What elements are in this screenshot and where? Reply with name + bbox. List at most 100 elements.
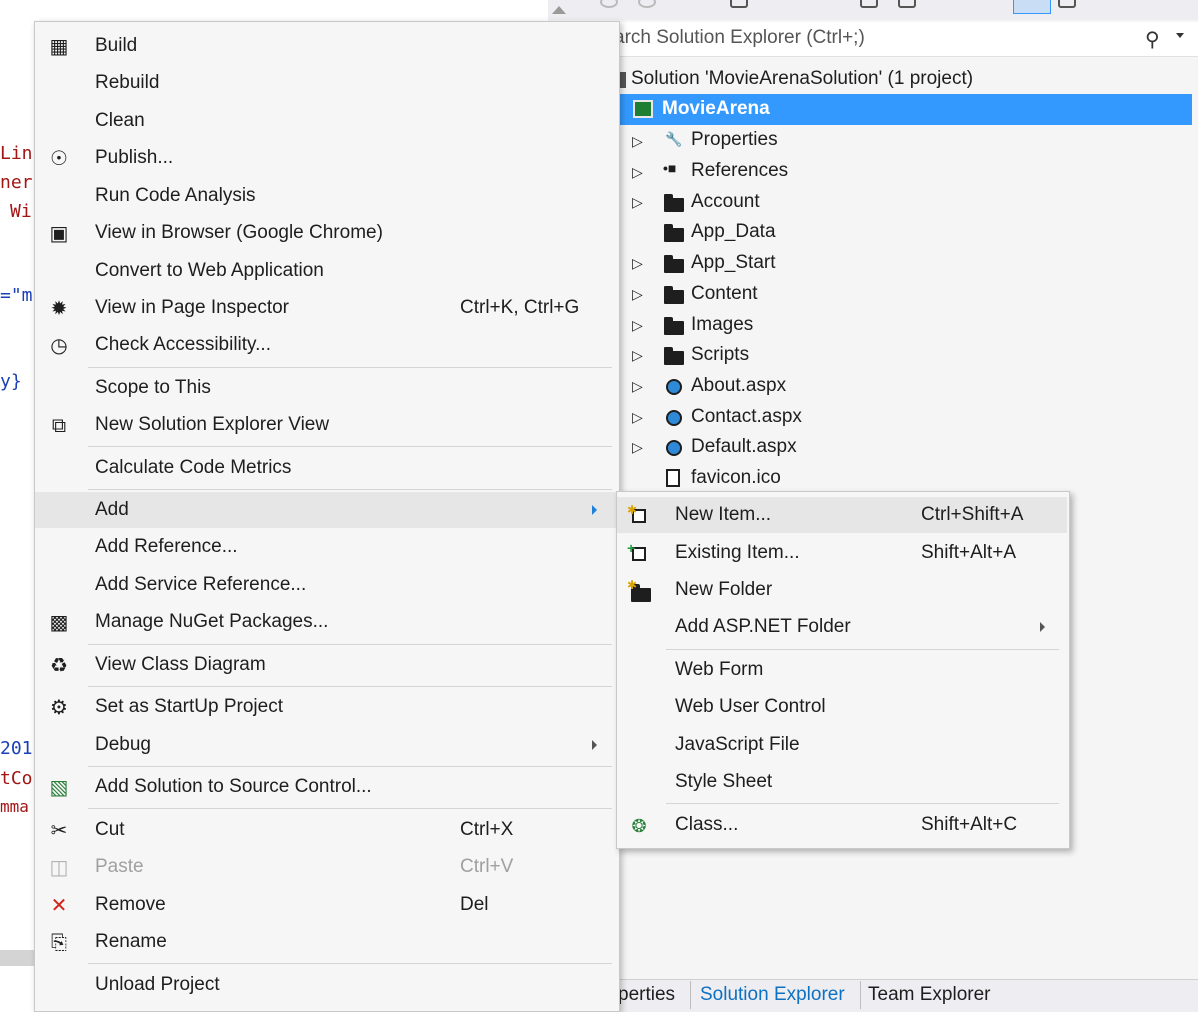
submenu-item-shortcut: Shift+Alt+C [921, 814, 1018, 835]
expand-arrow-icon[interactable]: ▷ [632, 195, 643, 209]
new-item-icon: ✱ [627, 503, 651, 527]
solution-node[interactable]: Solution 'MovieArenaSolution' (1 project… [631, 64, 973, 94]
submenu-item-label: New Item... [675, 504, 772, 525]
menu-item-label: Rebuild [95, 72, 160, 93]
menu-item-add-solution-to-source-control[interactable]: ▧ Add Solution to Source Control... [35, 769, 617, 805]
expand-arrow-icon[interactable]: ▷ [632, 379, 643, 393]
project-node-label[interactable]: MovieArena [662, 94, 770, 124]
folder-icon [664, 255, 684, 273]
aspx-file-icon [666, 379, 682, 395]
new-folder-icon: ✱ [627, 578, 651, 602]
tree-item[interactable]: App_Start [691, 248, 776, 278]
menu-item-convert-to-web-application[interactable]: Convert to Web Application [35, 253, 617, 289]
menu-item-calculate-code-metrics[interactable]: Calculate Code Metrics [35, 450, 617, 486]
submenu-item-class[interactable]: ❂ Class... Shift+Alt+C [617, 807, 1067, 843]
new-view-icon: ⧉ [51, 415, 67, 437]
remove-x-icon: ✕ [50, 895, 68, 917]
tree-item[interactable]: Scripts [691, 340, 749, 370]
menu-item-label: Add Reference... [95, 536, 238, 557]
expand-arrow-icon[interactable]: ▷ [632, 410, 643, 424]
menu-item-check-accessibility[interactable]: ◷ Check Accessibility... [35, 327, 617, 363]
expand-arrow-icon[interactable]: ▷ [632, 134, 643, 148]
search-options-dropdown-icon[interactable] [1176, 33, 1184, 38]
submenu-item-existing-item[interactable]: + Existing Item... Shift+Alt+A [617, 535, 1067, 571]
submenu-item-style-sheet[interactable]: Style Sheet [617, 764, 1067, 800]
menu-item-manage-nuget-packages[interactable]: ▩ Manage NuGet Packages... [35, 604, 617, 640]
menu-item-set-as-startup-project[interactable]: ⚙ Set as StartUp Project [35, 689, 617, 725]
submenu-item-javascript-file[interactable]: JavaScript File [617, 727, 1067, 763]
menu-item-cut[interactable]: ✂ Cut Ctrl+X [35, 812, 617, 848]
menu-item-label: New Solution Explorer View [95, 414, 330, 435]
submenu-item-web-form[interactable]: Web Form [617, 652, 1067, 688]
tree-item[interactable]: App_Data [691, 217, 776, 247]
menu-item-new-solution-explorer-view[interactable]: ⧉ New Solution Explorer View [35, 407, 617, 443]
code-fragment: Lin [0, 143, 33, 164]
tree-item[interactable]: favicon.ico [691, 463, 781, 493]
tree-item[interactable]: Account [691, 187, 760, 217]
collapse-all-icon[interactable] [898, 0, 916, 8]
expand-arrow-icon[interactable]: ▷ [632, 256, 643, 270]
preview-selected-items-icon[interactable] [1013, 0, 1051, 14]
menu-item-add-service-reference[interactable]: Add Service Reference... [35, 567, 617, 603]
gear-icon: ⚙ [50, 697, 68, 719]
submenu-item-label: JavaScript File [675, 734, 800, 755]
paste-icon: ◫ [49, 857, 69, 879]
menu-item-publish[interactable]: ☉ Publish... [35, 140, 617, 176]
submenu-item-web-user-control[interactable]: Web User Control [617, 689, 1067, 725]
sync-icon[interactable] [860, 0, 878, 8]
expand-arrow-icon[interactable]: ▷ [632, 348, 643, 362]
code-fragment: Wi [10, 201, 32, 222]
menu-item-unload-project[interactable]: Unload Project [35, 967, 617, 1003]
code-editor[interactable]: Lin ner Wi ="m y} 201 tCo mma [0, 0, 34, 1011]
menu-item-scope-to-this[interactable]: Scope to This [35, 370, 617, 406]
menu-item-shortcut: Ctrl+K, Ctrl+G [460, 297, 580, 318]
publish-globe-icon: ☉ [50, 148, 68, 170]
menu-item-label: Publish... [95, 147, 174, 168]
menu-item-label: Remove [95, 894, 166, 915]
tree-item[interactable]: About.aspx [691, 371, 786, 401]
menu-item-label: Add Service Reference... [95, 574, 307, 595]
tree-item[interactable]: Properties [691, 125, 778, 155]
submenu-item-add-aspnet-folder[interactable]: Add ASP.NET Folder [617, 609, 1067, 645]
menu-item-view-in-page-inspector[interactable]: ✹ View in Page Inspector Ctrl+K, Ctrl+G [35, 290, 617, 326]
properties-icon[interactable] [1058, 0, 1076, 8]
tab-properties[interactable]: perties [618, 984, 675, 1006]
menu-item-clean[interactable]: Clean [35, 103, 617, 139]
editor-horizontal-scrollbar[interactable] [0, 950, 34, 966]
menu-separator [88, 808, 612, 809]
menu-item-label: Add [95, 499, 129, 520]
menu-item-label: Debug [95, 734, 151, 755]
scissors-icon: ✂ [50, 820, 68, 842]
menu-item-remove[interactable]: ✕ Remove Del [35, 887, 617, 923]
submenu-item-shortcut: Shift+Alt+A [921, 542, 1017, 563]
menu-item-add[interactable]: Add [35, 492, 617, 528]
expand-arrow-icon[interactable]: ▷ [632, 287, 643, 301]
tree-item[interactable]: Images [691, 310, 753, 340]
search-input[interactable]: arch Solution Explorer (Ctrl+;) [614, 27, 865, 49]
tree-item[interactable]: Default.aspx [691, 432, 797, 462]
tree-item[interactable]: Content [691, 279, 758, 309]
tree-item[interactable]: References [691, 156, 788, 186]
menu-item-debug[interactable]: Debug [35, 727, 617, 763]
rename-icon: ⎘ [51, 932, 67, 954]
home-icon[interactable] [730, 0, 748, 8]
menu-item-run-code-analysis[interactable]: Run Code Analysis [35, 178, 617, 214]
submenu-item-label: Web User Control [675, 696, 826, 717]
menu-item-add-reference[interactable]: Add Reference... [35, 529, 617, 565]
tree-item[interactable]: Contact.aspx [691, 402, 802, 432]
menu-item-build[interactable]: ▦ Build [35, 28, 617, 64]
search-icon[interactable]: ⚲ [1145, 27, 1160, 52]
expand-arrow-icon[interactable]: ▷ [632, 165, 643, 179]
expand-arrow-icon[interactable]: ▷ [632, 318, 643, 332]
menu-item-rebuild[interactable]: Rebuild [35, 65, 617, 101]
tab-solution-explorer[interactable]: Solution Explorer [700, 984, 845, 1006]
menu-item-view-in-browser[interactable]: ▣ View in Browser (Google Chrome) [35, 215, 617, 251]
tab-team-explorer[interactable]: Team Explorer [868, 984, 991, 1006]
menu-separator [88, 963, 612, 964]
submenu-item-new-item[interactable]: ✱ New Item... Ctrl+Shift+A [617, 497, 1067, 533]
submenu-item-new-folder[interactable]: ✱ New Folder [617, 572, 1067, 608]
scroll-up-arrow-icon[interactable] [552, 6, 566, 14]
menu-item-view-class-diagram[interactable]: ♻ View Class Diagram [35, 647, 617, 683]
menu-item-rename[interactable]: ⎘ Rename [35, 924, 617, 960]
expand-arrow-icon[interactable]: ▷ [632, 440, 643, 454]
